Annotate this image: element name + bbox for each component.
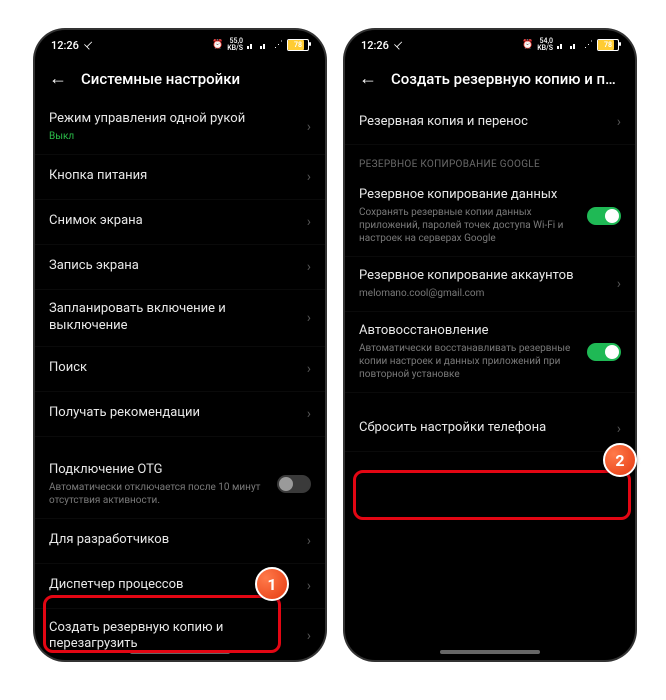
row-backup-data[interactable]: Резервное копирование данных Сохранять р… (345, 176, 635, 257)
row-screen-record[interactable]: Запись экрана › (35, 245, 325, 290)
row-one-hand-mode[interactable]: Режим управления одной рукой Выкл › (35, 100, 325, 155)
chevron-right-icon: › (307, 578, 311, 594)
chevron-right-icon: › (307, 361, 311, 377)
status-bar: 12:26 ⟂ ⏰ 54,0KB/S ⋰ 78 (345, 30, 635, 60)
page-title: Системные настройки (81, 70, 311, 88)
chevron-right-icon: › (307, 533, 311, 549)
row-label: Режим управления одной рукой (49, 111, 299, 128)
row-recommendations[interactable]: Получать рекомендации › (35, 392, 325, 437)
chevron-right-icon: › (307, 214, 311, 230)
row-developer[interactable]: Для разработчиков › (35, 519, 325, 564)
back-icon[interactable]: ← (359, 70, 377, 88)
row-reset-phone[interactable]: Сбросить настройки телефона › (345, 407, 635, 452)
chevron-right-icon: › (617, 421, 621, 437)
row-label: Поиск (49, 360, 299, 377)
section-gap (35, 437, 325, 451)
row-label: Подключение OTG (49, 462, 269, 479)
wifi-icon: ⋰ (274, 40, 283, 50)
battery-icon: 78 (597, 39, 619, 51)
backup-data-toggle[interactable] (587, 207, 621, 225)
otg-toggle[interactable] (277, 475, 311, 493)
row-auto-restore[interactable]: Автовосстановление Автоматически восстан… (345, 312, 635, 393)
chevron-right-icon: › (617, 114, 621, 130)
section-google-backup: РЕЗЕРВНОЕ КОПИРОВАНИЕ GOOGLE (345, 145, 635, 176)
row-screenshot[interactable]: Снимок экрана › (35, 200, 325, 245)
row-sub: Сохранять резервные копии данных приложе… (359, 206, 579, 245)
back-icon[interactable]: ← (49, 70, 67, 88)
signal-icons (247, 41, 270, 49)
auto-restore-toggle[interactable] (587, 343, 621, 361)
row-label: Для разработчиков (49, 532, 299, 549)
chevron-right-icon: › (307, 119, 311, 135)
row-schedule-power[interactable]: Запланировать включение и выключение › (35, 290, 325, 347)
row-sub: Автоматически отключается после 10 минут… (49, 481, 269, 507)
status-time: 12:26 (361, 39, 389, 52)
chevron-right-icon: › (617, 276, 621, 292)
chevron-right-icon: › (307, 259, 311, 275)
chevron-right-icon: › (307, 628, 311, 644)
rss-icon: ⟂ (81, 37, 96, 52)
row-label: Кнопка питания (49, 168, 299, 185)
home-indicator[interactable] (440, 650, 540, 654)
row-label: Запись экрана (49, 258, 299, 275)
screen-header: ← Создать резервную копию и перезаг... (345, 60, 635, 100)
section-gap (345, 393, 635, 407)
page-title: Создать резервную копию и перезаг... (391, 70, 621, 88)
screen-header: ← Системные настройки (35, 60, 325, 100)
row-label: Создать резервную копию и перезагрузить (49, 620, 299, 654)
row-backup-transfer[interactable]: Резервная копия и перенос › (345, 100, 635, 145)
wifi-icon: ⋰ (584, 40, 593, 50)
rss-icon: ⟂ (391, 37, 406, 52)
phone-left-screen: 12:26 ⟂ ⏰ 55,0KB/S ⋰ 78 ← Системные наст… (35, 30, 325, 660)
row-label: Резервное копирование данных (359, 187, 579, 204)
row-label: Резервная копия и перенос (359, 114, 609, 131)
row-label: Резервное копирование аккаунтов (359, 268, 609, 285)
signal-icons (557, 41, 580, 49)
chevron-right-icon: › (307, 406, 311, 422)
row-label: Снимок экрана (49, 213, 299, 230)
backup-list: Резервная копия и перенос › РЕЗЕРВНОЕ КО… (345, 100, 635, 452)
row-sub: melomano.cool@gmail.com (359, 287, 609, 300)
row-label: Запланировать включение и выключение (49, 301, 299, 335)
row-label: Сбросить настройки телефона (359, 420, 609, 437)
battery-icon: 78 (287, 39, 309, 51)
status-netspeed: 54,0KB/S (537, 38, 553, 52)
row-backup-accounts[interactable]: Резервное копирование аккаунтов melomano… (345, 257, 635, 312)
status-bar: 12:26 ⟂ ⏰ 55,0KB/S ⋰ 78 (35, 30, 325, 60)
step-marker-1: 1 (255, 567, 289, 601)
row-label: Автовосстановление (359, 323, 579, 340)
row-sub: Выкл (49, 130, 299, 143)
phone-right-screen: 12:26 ⟂ ⏰ 54,0KB/S ⋰ 78 ← Создать резерв… (345, 30, 635, 660)
chevron-right-icon: › (307, 310, 311, 326)
status-time: 12:26 (51, 39, 79, 52)
row-label: Получать рекомендации (49, 405, 299, 422)
chevron-right-icon: › (307, 169, 311, 185)
row-power-button[interactable]: Кнопка питания › (35, 155, 325, 200)
status-netspeed: 55,0KB/S (227, 38, 243, 52)
row-otg[interactable]: Подключение OTG Автоматически отключаетс… (35, 451, 325, 519)
row-sub: Автоматически восстанавливать резервные … (359, 342, 579, 381)
home-indicator[interactable] (130, 650, 230, 654)
alarm-icon: ⏰ (212, 40, 223, 50)
alarm-icon: ⏰ (522, 40, 533, 50)
step-marker-2: 2 (603, 443, 637, 477)
row-search[interactable]: Поиск › (35, 347, 325, 392)
